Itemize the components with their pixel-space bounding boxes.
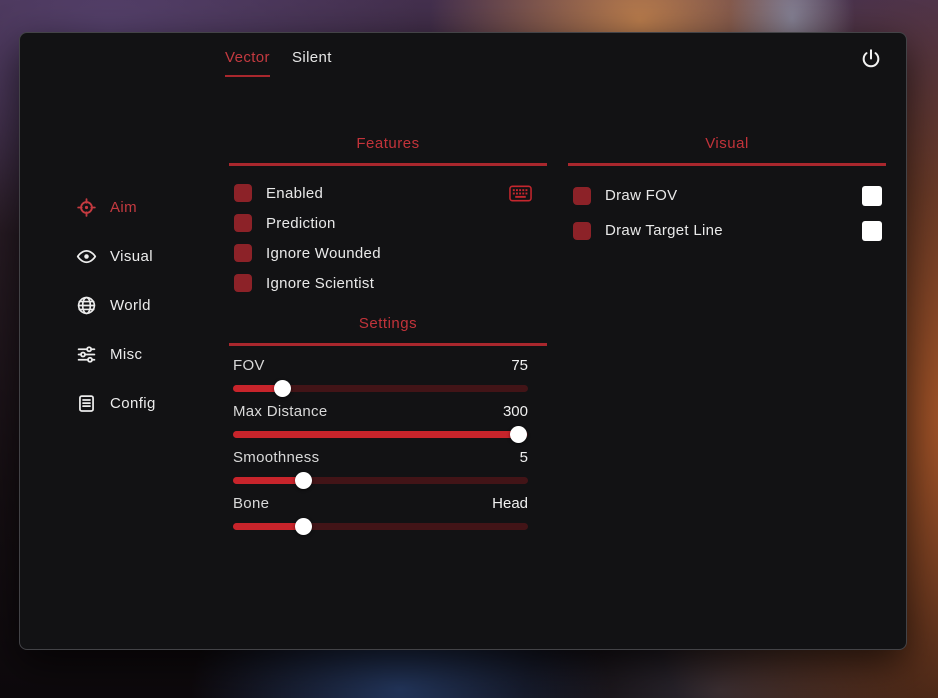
checkbox-row-ignore-wounded: Ignore Wounded xyxy=(229,238,547,268)
slider-value: Head xyxy=(492,495,528,512)
document-icon xyxy=(76,393,97,414)
eye-icon xyxy=(76,246,97,267)
tab-silent[interactable]: Silent xyxy=(292,49,332,77)
prediction-checkbox[interactable] xyxy=(234,214,252,232)
crosshair-icon xyxy=(76,197,97,218)
section-features: Features Enabled xyxy=(229,135,547,298)
ignore-scientist-checkbox[interactable] xyxy=(234,274,252,292)
slider-label: Max Distance xyxy=(233,403,327,420)
sidebar-item-label: Aim xyxy=(110,199,137,216)
checkbox-row-draw-target-line: Draw Target Line xyxy=(568,213,886,248)
slider-label: Smoothness xyxy=(233,449,319,466)
draw-fov-checkbox[interactable] xyxy=(573,187,591,205)
power-icon xyxy=(860,48,882,70)
slider-value: 300 xyxy=(503,403,528,420)
tab-vector[interactable]: Vector xyxy=(225,49,270,77)
sidebar-item-visual[interactable]: Visual xyxy=(76,245,156,268)
sidebar-item-config[interactable]: Config xyxy=(76,392,156,415)
enabled-checkbox[interactable] xyxy=(234,184,252,202)
max-distance-slider[interactable] xyxy=(233,431,528,438)
slider-label: FOV xyxy=(233,357,265,374)
cheat-menu-panel: Vector Silent Aim xyxy=(19,32,907,650)
checkbox-label: Ignore Wounded xyxy=(266,245,381,262)
slider-group-max-distance: Max Distance 300 xyxy=(229,392,547,438)
slider-group-fov: FOV 75 xyxy=(229,346,547,392)
sidebar-item-label: Misc xyxy=(110,346,142,363)
slider-thumb[interactable] xyxy=(295,472,312,489)
section-title: Features xyxy=(229,135,547,166)
draw-target-line-color-swatch[interactable] xyxy=(862,221,882,241)
section-visual: Visual Draw FOV Draw Target Line xyxy=(568,135,886,248)
draw-fov-color-swatch[interactable] xyxy=(862,186,882,206)
checkbox-label: Enabled xyxy=(266,185,323,202)
checkbox-row-prediction: Prediction xyxy=(229,208,547,238)
sidebar-item-label: World xyxy=(110,297,151,314)
sidebar-item-label: Config xyxy=(110,395,156,412)
keyboard-icon[interactable] xyxy=(509,185,532,202)
slider-label: Bone xyxy=(233,495,269,512)
slider-value: 75 xyxy=(511,357,528,374)
sidebar-item-misc[interactable]: Misc xyxy=(76,343,156,366)
fov-slider[interactable] xyxy=(233,385,528,392)
slider-group-smoothness: Smoothness 5 xyxy=(229,438,547,484)
globe-icon xyxy=(76,295,97,316)
checkbox-row-enabled: Enabled xyxy=(229,178,547,208)
slider-thumb[interactable] xyxy=(295,518,312,535)
sidebar-item-label: Visual xyxy=(110,248,153,265)
power-button[interactable] xyxy=(858,46,884,72)
section-settings: Settings FOV 75 Max Distance 300 Smoothn… xyxy=(229,315,547,530)
sidebar-item-world[interactable]: World xyxy=(76,294,156,317)
sidebar-nav: Aim Visual World xyxy=(76,196,156,415)
checkbox-label: Draw FOV xyxy=(605,187,677,204)
sidebar-item-aim[interactable]: Aim xyxy=(76,196,156,219)
slider-value: 5 xyxy=(520,449,528,466)
checkbox-label: Ignore Scientist xyxy=(266,275,374,292)
section-title: Settings xyxy=(229,315,547,346)
slider-thumb[interactable] xyxy=(274,380,291,397)
checkbox-label: Prediction xyxy=(266,215,336,232)
sliders-icon xyxy=(76,344,97,365)
slider-thumb[interactable] xyxy=(510,426,527,443)
checkbox-row-draw-fov: Draw FOV xyxy=(568,178,886,213)
bone-slider[interactable] xyxy=(233,523,528,530)
ignore-wounded-checkbox[interactable] xyxy=(234,244,252,262)
checkbox-row-ignore-scientist: Ignore Scientist xyxy=(229,268,547,298)
mode-tabs: Vector Silent xyxy=(225,49,332,77)
smoothness-slider[interactable] xyxy=(233,477,528,484)
slider-group-bone: Bone Head xyxy=(229,484,547,530)
checkbox-label: Draw Target Line xyxy=(605,222,723,239)
section-title: Visual xyxy=(568,135,886,166)
draw-target-line-checkbox[interactable] xyxy=(573,222,591,240)
